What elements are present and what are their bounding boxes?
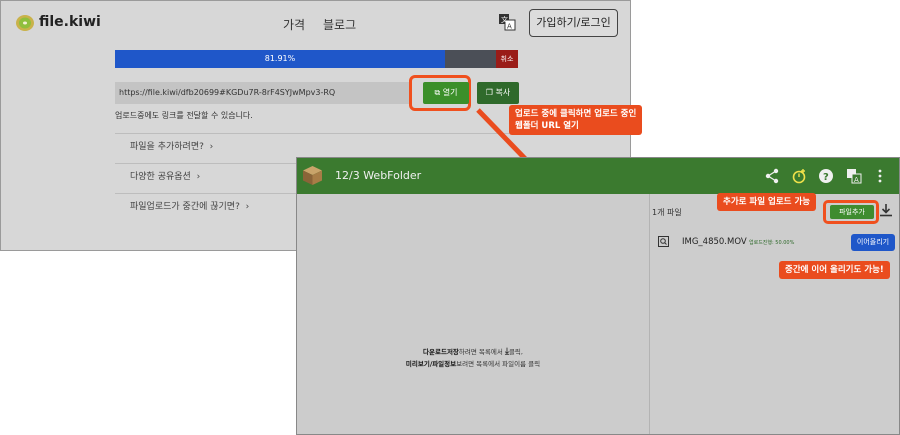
brand-name[interactable]: file.kiwi [39,14,101,30]
share-icon[interactable] [764,168,780,184]
external-link-icon: ⧉ [434,88,441,97]
callout-open-line2: 웹폴더 URL 열기 [515,121,579,131]
copy-icon: ❐ [485,88,493,97]
upload-note: 업로드중에도 링크를 전달할 수 있습니다. [115,111,253,120]
callout-open-url: 업로드 중에 클릭하면 업로드 중인 웹폴더 URL 열기 [509,105,643,135]
hint-download-text: 하려면 목록에서 [458,348,503,356]
faq-label: 다양한 공유옵션 [130,172,191,182]
file-list-panel [649,194,899,434]
download-icon[interactable] [879,203,893,217]
hint-download-end: 클릭, [508,348,523,356]
nav-blog[interactable]: 블로그 [323,16,356,33]
update-icon[interactable] [791,168,807,184]
faq-item-add-files[interactable]: 파일을 추가하려면? › [115,133,519,160]
file-count: 1개 파일 [652,208,682,217]
copy-button[interactable]: ❐ 복사 [477,82,519,104]
chevron-right-icon: › [242,202,250,212]
file-upload-progress: 업로드진행: 50.00% [749,240,795,246]
callout-add-file: 추가로 파일 업로드 가능 [717,193,817,211]
copy-button-label: 복사 [495,88,511,97]
svg-text:A: A [854,176,859,184]
callout-resume: 중간에 이어 올리기도 가능! [779,261,890,279]
upload-progress-bar: 81.91% [115,50,518,68]
resume-upload-button[interactable]: 이어올리기 [851,234,895,251]
open-button[interactable]: ⧉ 열기 [423,82,469,104]
translate-icon[interactable]: A [846,168,862,184]
add-file-button[interactable]: 파일추가 [830,205,874,219]
kiwi-logo-icon[interactable] [15,13,35,33]
login-button[interactable]: 가입하기/로그인 [529,9,618,37]
nav-pricing[interactable]: 가격 [283,16,305,33]
open-button-label: 열기 [442,88,458,97]
share-url-field[interactable]: https://file.kiwi/dfb20699#KGDu7R-8rF4SY… [115,82,412,104]
translate-icon[interactable]: 文 A [498,13,516,31]
help-icon[interactable]: ? [818,168,834,184]
more-icon[interactable] [872,168,888,184]
webfolder-header: 12/3 WebFolder ? A [297,158,899,194]
svg-text:A: A [507,23,512,31]
hint-preview-bold: 미리보기/파일정보 [405,360,457,368]
hint-download-bold: 다운로드저장 [423,348,459,356]
hint-preview-text: 보려면 목록에서 파일이름 클릭 [456,360,541,368]
faq-label: 파일을 추가하려면? [130,142,204,152]
file-preview-icon[interactable] [658,236,669,247]
upload-progress-fill: 81.91% [115,50,445,68]
callout-open-line1: 업로드 중에 클릭하면 업로드 중인 [515,109,637,119]
faq-label: 파일업로드가 중간에 끊기면? [130,202,240,212]
svg-text:?: ? [823,172,829,183]
box-icon [303,166,322,185]
empty-state-hint: 다운로드저장하려면 목록에서 ⤓클릭, 미리보기/파일정보보려면 목록에서 파일… [297,346,649,370]
cancel-button[interactable]: 취소 [496,50,518,68]
file-name[interactable]: IMG_4850.MOV [682,237,747,247]
chevron-right-icon: › [193,172,201,182]
webfolder-title: 12/3 WebFolder [335,169,422,182]
chevron-right-icon: › [206,142,214,152]
